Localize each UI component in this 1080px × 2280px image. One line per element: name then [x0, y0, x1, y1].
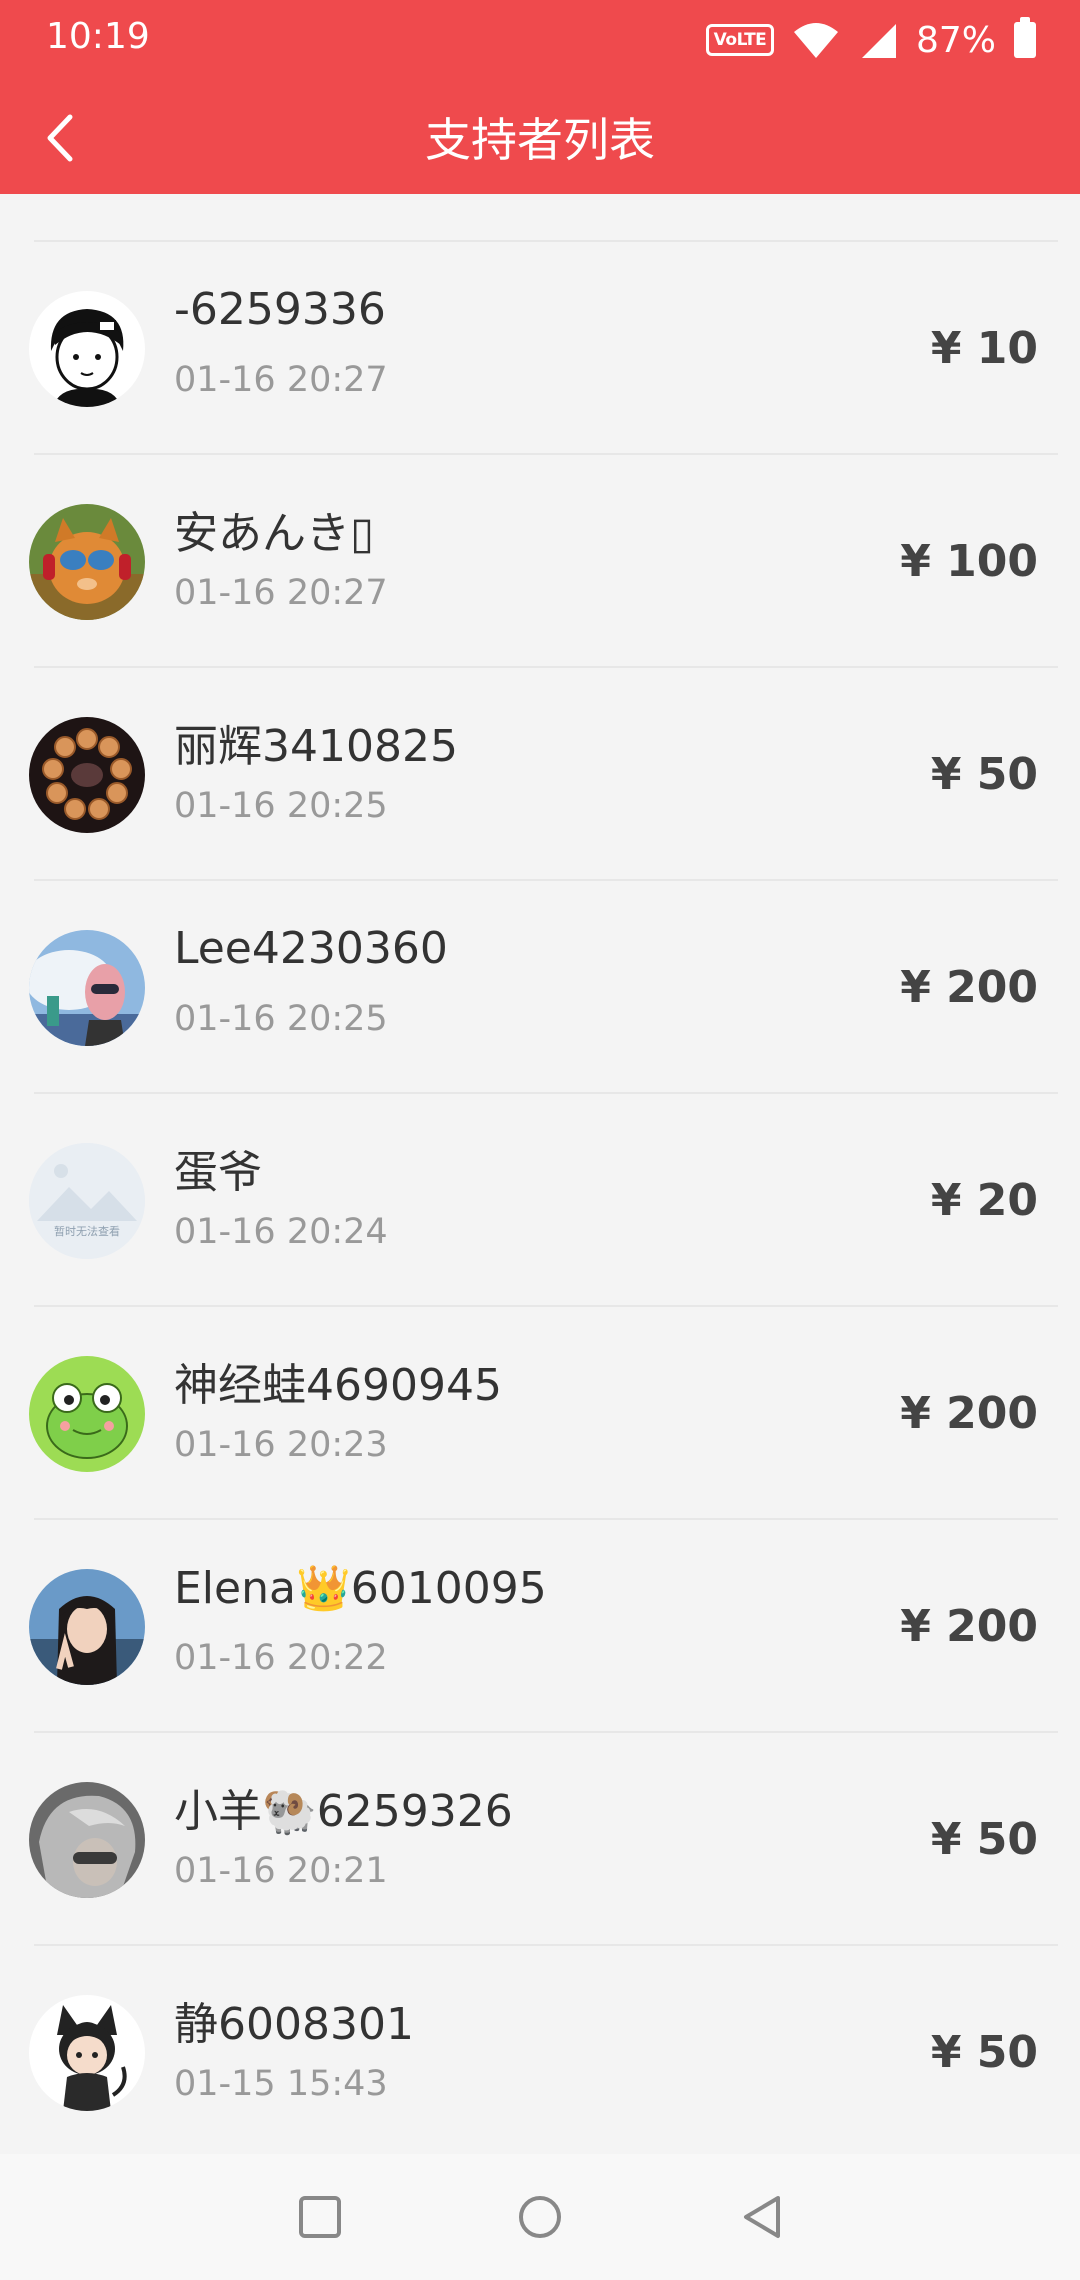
list-item[interactable]: 神经蛙4690945 01-16 20:23 ¥ 200	[0, 1307, 1080, 1520]
list-item[interactable]: Elena👑6010095 01-16 20:22 ¥ 200	[0, 1520, 1080, 1733]
supporter-name: 安あんき▯	[174, 508, 375, 559]
support-time: 01-16 20:27	[174, 360, 388, 400]
support-time: 01-16 20:22	[174, 1638, 388, 1678]
support-amount: ¥ 50	[930, 1813, 1038, 1865]
avatar	[29, 290, 145, 407]
home-button[interactable]	[510, 2187, 570, 2247]
avatar	[29, 1355, 145, 1472]
list-item[interactable]: -6259336 01-16 20:27 ¥ 10	[0, 242, 1080, 455]
support-time: 01-15 15:43	[174, 2064, 388, 2104]
circle-icon	[519, 2196, 561, 2238]
support-amount: ¥ 200	[900, 1387, 1038, 1439]
support-time: 01-16 20:21	[174, 1851, 388, 1891]
avatar	[29, 716, 145, 833]
status-time: 10:19	[46, 16, 150, 57]
avatar	[29, 503, 145, 620]
avatar	[29, 1568, 145, 1685]
list-item[interactable]: 丽辉3410825 01-16 20:25 ¥ 50	[0, 668, 1080, 881]
support-time: 01-16 20:27	[174, 573, 388, 613]
supporter-list[interactable]: -6259336 01-16 20:27 ¥ 10 安あんき▯ 01-16 20…	[0, 194, 1080, 2154]
avatar	[29, 1781, 145, 1898]
support-time: 01-16 20:24	[174, 1212, 388, 1252]
status-bar: 10:19 VoLTE 87%	[0, 0, 1080, 80]
volte-label: VoLTE	[713, 30, 767, 50]
support-amount: ¥ 20	[930, 1174, 1038, 1226]
list-item[interactable]: Lee4230360 01-16 20:25 ¥ 200	[0, 881, 1080, 1094]
supporter-name: 蛋爷	[174, 1147, 262, 1198]
triangle-back-icon	[744, 2196, 780, 2238]
system-back-button[interactable]	[732, 2187, 792, 2247]
avatar: 暂时无法查看	[29, 1142, 145, 1259]
support-amount: ¥ 100	[900, 535, 1038, 587]
volte-icon: VoLTE	[705, 24, 774, 56]
supporter-name: Elena👑6010095	[174, 1563, 547, 1614]
list-item[interactable]: 小羊🐏6259326 01-16 20:21 ¥ 50	[0, 1733, 1080, 1946]
support-amount: ¥ 200	[900, 1600, 1038, 1652]
list-item[interactable]: 安あんき▯ 01-16 20:27 ¥ 100	[0, 455, 1080, 668]
square-icon	[299, 2196, 341, 2238]
supporter-name: 小羊🐏6259326	[174, 1786, 513, 1837]
cell-signal-icon	[861, 24, 896, 58]
supporter-name: Lee4230360	[174, 923, 448, 974]
supporter-name: 丽辉3410825	[174, 721, 458, 772]
support-time: 01-16 20:23	[174, 1425, 388, 1465]
support-amount: ¥ 50	[930, 748, 1038, 800]
avatar	[29, 1994, 145, 2111]
support-amount: ¥ 50	[930, 2026, 1038, 2078]
support-time: 01-16 20:25	[174, 786, 388, 826]
support-amount: ¥ 10	[930, 322, 1038, 374]
supporter-name: -6259336	[174, 284, 386, 335]
status-icons: VoLTE 87%	[705, 17, 1036, 62]
avatar-placeholder-text: 暂时无法查看	[54, 1224, 120, 1238]
supporter-name: 神经蛙4690945	[174, 1360, 502, 1411]
battery-icon	[1014, 17, 1036, 58]
wifi-icon	[793, 23, 838, 58]
avatar	[29, 929, 145, 1046]
support-time: 01-16 20:25	[174, 999, 388, 1039]
app-header: 10:19 VoLTE 87% 支持者列表	[0, 0, 1080, 194]
nav-bar: 支持者列表	[0, 80, 1080, 194]
supporter-name: 静6008301	[174, 1999, 414, 2050]
support-amount: ¥ 200	[900, 961, 1038, 1013]
system-navigation-bar	[0, 2154, 1080, 2280]
recents-button[interactable]	[290, 2187, 350, 2247]
list-item[interactable]: 静6008301 01-15 15:43 ¥ 50	[0, 1946, 1080, 2154]
list-item[interactable]: 暂时无法查看 蛋爷 01-16 20:24 ¥ 20	[0, 1094, 1080, 1307]
battery-percent: 87%	[915, 19, 996, 61]
page-title: 支持者列表	[425, 113, 655, 167]
